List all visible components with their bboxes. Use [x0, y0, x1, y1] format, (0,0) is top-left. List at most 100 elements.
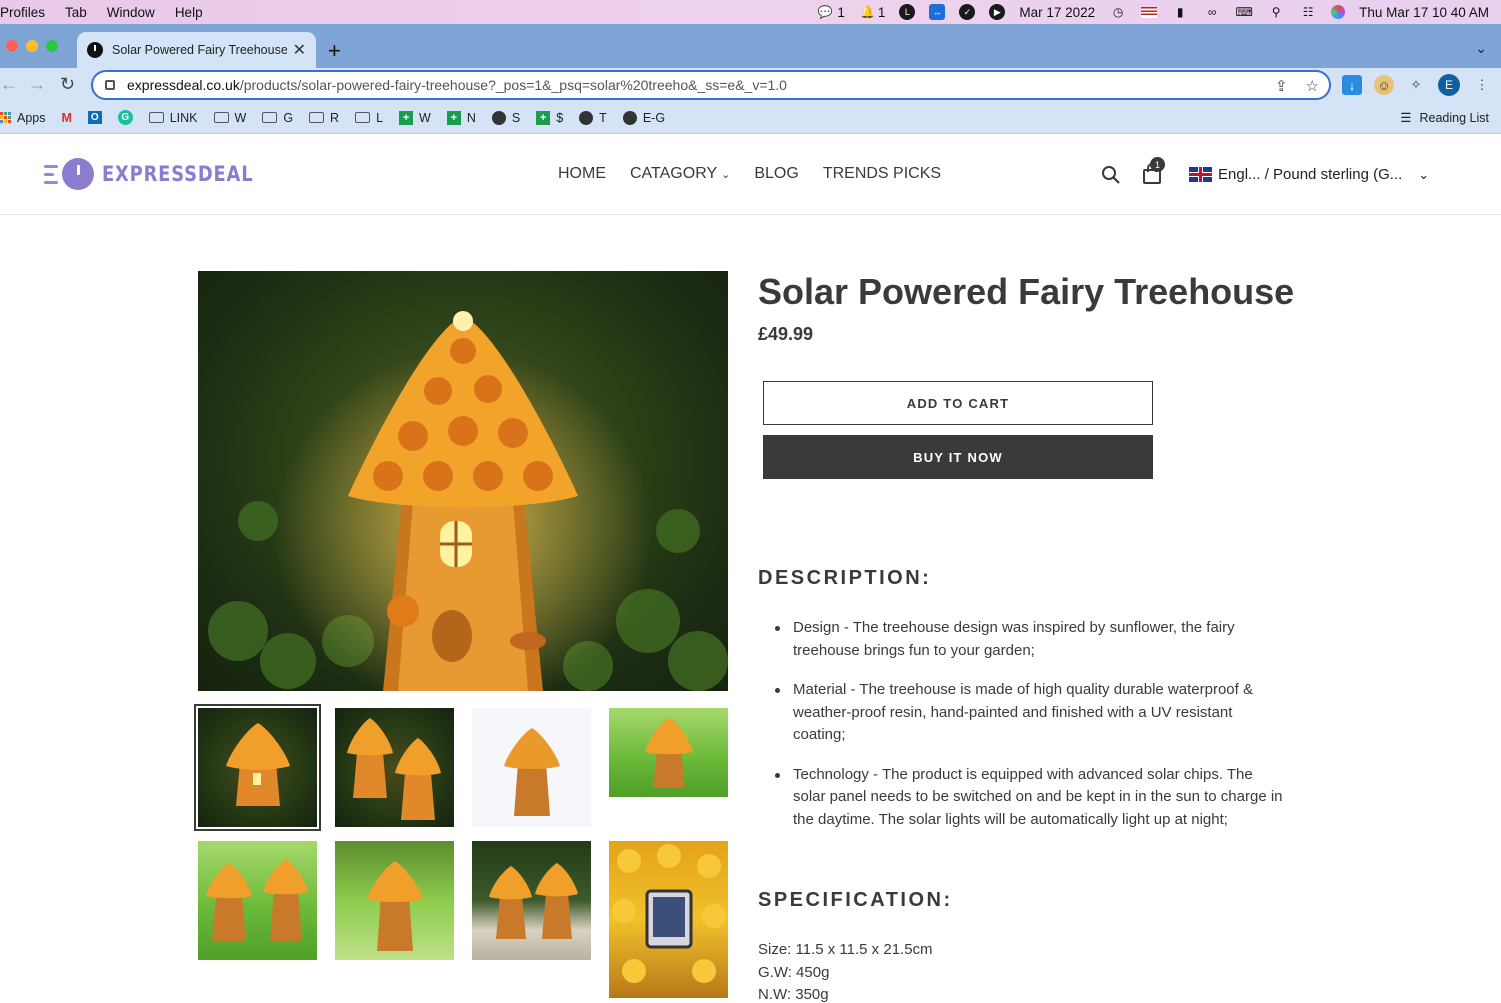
- bookmark-folder-w[interactable]: W: [213, 111, 246, 125]
- reload-button[interactable]: ↻: [60, 74, 75, 95]
- nav-trends-picks[interactable]: TRENDS PICKS: [823, 165, 941, 183]
- folder-icon: [148, 112, 164, 123]
- notification-status[interactable]: 🔔 1: [859, 4, 885, 20]
- site-search-icon[interactable]: [1101, 165, 1121, 190]
- gmail-icon: M: [61, 110, 72, 125]
- outlook-icon: O: [87, 111, 102, 124]
- bookmark-globe-eg[interactable]: E-G: [622, 110, 665, 125]
- line-icon[interactable]: L: [899, 4, 916, 20]
- bookmark-sheet-dollar[interactable]: + $: [536, 110, 563, 125]
- control-center-icon[interactable]: ☷: [1299, 4, 1317, 20]
- browser-menu-icon[interactable]: ⋮: [1472, 75, 1492, 95]
- lock-icon[interactable]: [105, 80, 115, 90]
- product-thumbnail-1[interactable]: [194, 704, 321, 831]
- product-main-image[interactable]: [198, 271, 728, 691]
- battery-icon[interactable]: ▮: [1171, 4, 1189, 20]
- specification-list: Size: 11.5 x 11.5 x 21.5cm G.W: 450g N.W…: [758, 939, 933, 1003]
- time-machine-icon[interactable]: ◷: [1109, 4, 1127, 20]
- folder-icon: [262, 112, 278, 123]
- site-logo[interactable]: EXPRESSDEAL: [44, 158, 280, 190]
- product-thumbnail-2[interactable]: [335, 708, 454, 827]
- product-thumbnail-7[interactable]: [472, 841, 591, 960]
- bookmark-grammarly[interactable]: G: [117, 110, 133, 125]
- cart-count-badge: 1: [1150, 157, 1165, 172]
- wechat-icon: 💬: [817, 5, 833, 19]
- locale-currency-selector[interactable]: Engl... / Pound sterling (G... ⌄: [1189, 166, 1429, 183]
- zoom-window-button[interactable]: [46, 40, 58, 52]
- browser-toolbar: ← → ↻ expressdeal.co.uk/products/solar-p…: [0, 68, 1501, 102]
- browser-tab-active[interactable]: Solar Powered Fairy Treehouse ✕: [77, 32, 316, 68]
- buy-it-now-button[interactable]: BUY IT NOW: [763, 435, 1153, 479]
- address-bar[interactable]: expressdeal.co.uk/products/solar-powered…: [91, 70, 1331, 100]
- forward-button[interactable]: →: [28, 74, 46, 95]
- tab-search-chevron-icon[interactable]: ⌄: [1475, 40, 1487, 57]
- keyboard-icon[interactable]: ⌨: [1235, 4, 1253, 20]
- product-thumbnail-3[interactable]: [472, 708, 591, 827]
- extension-face-icon[interactable]: ☺: [1374, 75, 1394, 95]
- new-tab-button[interactable]: +: [328, 38, 341, 64]
- menu-profiles[interactable]: Profiles: [0, 5, 55, 20]
- profile-avatar[interactable]: E: [1438, 74, 1460, 96]
- product-thumbnail-6[interactable]: [335, 841, 454, 960]
- bookmark-folder-r[interactable]: R: [309, 111, 339, 125]
- spec-net-weight: N.W: 350g: [758, 986, 829, 1003]
- specification-heading: SPECIFICATION:: [758, 889, 953, 911]
- menu-tab[interactable]: Tab: [55, 5, 97, 20]
- reading-list-icon: ☰: [1400, 111, 1412, 125]
- close-window-button[interactable]: [6, 40, 18, 52]
- browser-tab-strip: Solar Powered Fairy Treehouse ✕ + ⌄: [0, 24, 1501, 68]
- bookmark-sheet-n[interactable]: + N: [446, 110, 476, 125]
- bookmarks-bar: Apps M O G LINK W G R L + W + N S + $ T E-G…: [0, 102, 1501, 134]
- add-to-cart-button[interactable]: ADD TO CART: [763, 381, 1153, 425]
- bookmark-folder-link[interactable]: LINK: [148, 111, 198, 125]
- reading-list-button[interactable]: ☰ Reading List: [1400, 110, 1489, 126]
- siri-icon[interactable]: [1331, 5, 1346, 19]
- search-icon[interactable]: ⚲: [1267, 4, 1285, 20]
- us-flag-icon[interactable]: [1141, 6, 1158, 18]
- nav-blog[interactable]: BLOG: [754, 165, 798, 183]
- folder-icon: [355, 112, 371, 123]
- description-item: Material - The treehouse is made of high…: [758, 679, 1288, 747]
- download-extension-icon[interactable]: ↓: [1342, 75, 1362, 95]
- bookmark-gmail[interactable]: M: [62, 111, 72, 125]
- bookmark-globe-t[interactable]: T: [579, 110, 607, 125]
- folder-icon: [309, 112, 325, 123]
- sheets-icon: +: [399, 110, 414, 125]
- back-button[interactable]: ←: [0, 74, 18, 95]
- bookmark-apps[interactable]: Apps: [0, 111, 46, 125]
- nav-catagory[interactable]: CATAGORY ⌄: [630, 165, 730, 183]
- close-tab-icon[interactable]: ✕: [293, 40, 306, 60]
- uk-flag-icon: [1189, 167, 1212, 182]
- menu-help[interactable]: Help: [165, 5, 213, 20]
- tab-title: Solar Powered Fairy Treehouse: [112, 43, 287, 57]
- site-favicon-icon: [87, 42, 103, 58]
- product-thumbnail-4[interactable]: [609, 708, 728, 797]
- menu-window[interactable]: Window: [97, 5, 165, 20]
- macos-menu-bar: Profiles Tab Window Help 💬 1 🔔 1 L ↔ ✓ ▶…: [0, 0, 1501, 24]
- bookmark-folder-g[interactable]: G: [262, 111, 293, 125]
- bookmark-folder-l[interactable]: L: [355, 111, 383, 125]
- bookmark-outlook[interactable]: O: [87, 111, 102, 124]
- minimize-window-button[interactable]: [26, 40, 38, 52]
- globe-icon: [579, 110, 594, 125]
- description-item: Design - The treehouse design was inspir…: [758, 617, 1288, 662]
- extensions-puzzle-icon[interactable]: ✧: [1406, 75, 1426, 95]
- url-host: expressdeal.co.uk: [127, 77, 240, 93]
- spec-gross-weight: G.W: 450g: [758, 963, 830, 981]
- chevron-down-icon: ⌄: [721, 169, 731, 181]
- nav-home[interactable]: HOME: [558, 165, 606, 183]
- product-thumbnail-5[interactable]: [198, 841, 317, 960]
- bookmark-star-icon[interactable]: ☆: [1306, 77, 1319, 95]
- sheets-icon: +: [536, 110, 551, 125]
- play-icon[interactable]: ▶: [989, 4, 1006, 20]
- bookmark-sheet-w[interactable]: + W: [399, 110, 431, 125]
- share-icon[interactable]: ⇪: [1275, 77, 1288, 95]
- link-icon[interactable]: ∞: [1203, 4, 1221, 20]
- product-thumbnail-8[interactable]: [609, 841, 728, 998]
- teamviewer-icon[interactable]: ↔: [929, 4, 946, 20]
- bookmark-globe-s[interactable]: S: [491, 110, 520, 125]
- wechat-status[interactable]: 💬 1: [816, 4, 845, 20]
- chevron-down-icon: ⌄: [1418, 166, 1430, 182]
- product-title: Solar Powered Fairy Treehouse: [758, 271, 1295, 312]
- check-icon[interactable]: ✓: [959, 4, 976, 20]
